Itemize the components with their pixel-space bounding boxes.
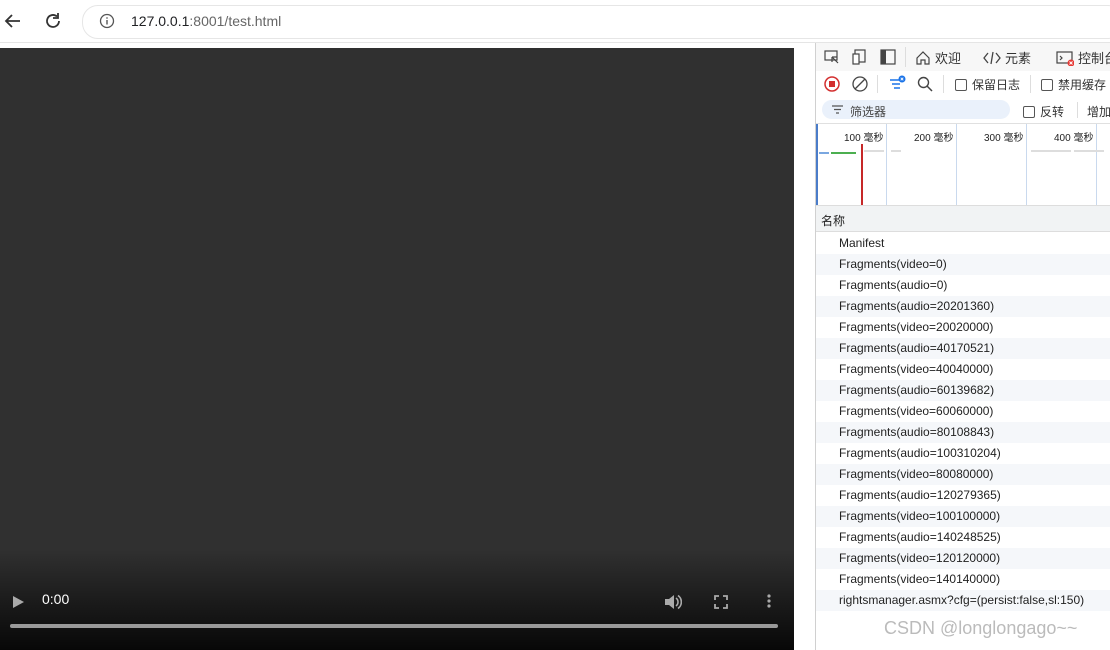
tab-console[interactable]: 控制台 <box>1056 48 1110 67</box>
name-header-label: 名称 <box>821 214 846 228</box>
timeline-gridline <box>1096 124 1097 205</box>
timeline-bar <box>864 150 884 152</box>
video-time: 0:00 <box>42 591 70 607</box>
video-player[interactable]: 0:00 <box>0 48 794 650</box>
network-timeline[interactable]: 100 毫秒 200 毫秒 300 毫秒 400 毫秒 <box>816 124 1110 206</box>
watermark: CSDN @longlongago~~ <box>884 618 1078 638</box>
request-row[interactable]: Fragments(video=80080000) <box>816 464 1110 485</box>
filter-separator <box>1077 102 1078 118</box>
tab-separator <box>905 47 906 67</box>
device-emulation-icon[interactable] <box>851 48 869 66</box>
checkbox-box[interactable] <box>955 78 967 91</box>
request-row[interactable]: Fragments(video=20020000) <box>816 317 1110 338</box>
filter-placeholder: 筛选器 <box>850 105 887 119</box>
url-host: 127.0.0.1 <box>131 13 190 29</box>
play-icon[interactable] <box>10 594 26 610</box>
timeline-label: 300 毫秒 <box>984 133 1024 144</box>
request-row[interactable]: Manifest <box>816 233 1110 254</box>
fullscreen-icon[interactable] <box>714 595 728 609</box>
info-icon[interactable] <box>99 13 115 29</box>
request-row[interactable]: Fragments(audio=120279365) <box>816 485 1110 506</box>
video-controls: 0:00 <box>0 550 794 650</box>
timeline-bar <box>1074 150 1104 152</box>
volume-icon[interactable] <box>664 594 682 610</box>
preserve-log-label: 保留日志 <box>972 78 1021 92</box>
filter-input[interactable]: 筛选器 <box>822 100 1010 119</box>
timeline-bar <box>819 152 829 154</box>
invert-label: 反转 <box>1040 105 1065 119</box>
address-bar[interactable]: 127.0.0.1:8001/test.html <box>82 5 1110 39</box>
request-row[interactable]: Fragments(audio=20201360) <box>816 296 1110 317</box>
invert-checkbox[interactable]: 反转 <box>1023 103 1064 120</box>
request-list: Manifest Fragments(video=0) Fragments(audi… <box>816 233 1110 611</box>
request-row[interactable]: Fragments(video=140140000) <box>816 569 1110 590</box>
search-icon[interactable] <box>916 75 934 93</box>
browser-toolbar: 127.0.0.1:8001/test.html <box>0 0 1110 43</box>
tab-elements[interactable]: 元素 <box>983 48 1031 67</box>
request-row[interactable]: Fragments(audio=60139682) <box>816 380 1110 401</box>
checkbox-box[interactable] <box>1041 78 1053 91</box>
reload-icon <box>46 13 60 28</box>
arrow-left-icon <box>4 14 20 28</box>
name-column-header[interactable]: 名称 <box>816 206 1110 232</box>
request-row[interactable]: Fragments(audio=140248525) <box>816 527 1110 548</box>
record-icon[interactable] <box>823 75 841 93</box>
timeline-label: 400 毫秒 <box>1054 133 1094 144</box>
timeline-cursor <box>816 124 818 205</box>
seek-bar[interactable] <box>10 624 778 628</box>
devtools-tabbar: 欢迎 元素 控制台 <box>816 43 1110 72</box>
timeline-gridline <box>886 124 887 205</box>
reload-button[interactable] <box>40 8 66 34</box>
timeline-bar <box>831 152 856 154</box>
tab-welcome[interactable]: 欢迎 <box>915 48 961 67</box>
request-row[interactable]: Fragments(audio=80108843) <box>816 422 1110 443</box>
request-row[interactable]: Fragments(audio=40170521) <box>816 338 1110 359</box>
url-path: :8001/test.html <box>189 13 282 29</box>
timeline-bar <box>891 150 901 152</box>
inspect-element-icon[interactable] <box>823 48 841 66</box>
filter-settings-icon[interactable] <box>888 75 906 93</box>
request-row[interactable]: Fragments(video=100100000) <box>816 506 1110 527</box>
timeline-label: 200 毫秒 <box>914 133 954 144</box>
timeline-gridline <box>956 124 957 205</box>
filter-bar: 筛选器 反转 增加 <box>816 97 1110 124</box>
toolbar-separator <box>1030 75 1031 93</box>
preserve-log-checkbox[interactable]: 保留日志 <box>955 76 1020 93</box>
page-content: 0:00 <box>0 43 815 650</box>
request-row[interactable]: Fragments(video=0) <box>816 254 1110 275</box>
tab-console-label: 控制台 <box>1078 51 1110 66</box>
checkbox-box[interactable] <box>1023 105 1035 118</box>
timeline-bar <box>1031 150 1071 152</box>
request-row[interactable]: Fragments(video=40040000) <box>816 359 1110 380</box>
request-row[interactable]: Fragments(audio=100310204) <box>816 443 1110 464</box>
url-text[interactable]: 127.0.0.1:8001/test.html <box>131 13 281 29</box>
disable-cache-checkbox[interactable]: 禁用缓存 <box>1041 76 1106 93</box>
tab-welcome-label: 欢迎 <box>935 51 962 66</box>
timeline-gridline <box>1026 124 1027 205</box>
devtools-panel: 欢迎 元素 控制台 保留日志 禁用缓存 筛选器 <box>815 43 1110 650</box>
more-filters-label[interactable]: 增加 <box>1087 103 1110 120</box>
timeline-load-marker <box>861 144 863 205</box>
toolbar-separator <box>943 75 944 93</box>
network-toolbar: 保留日志 禁用缓存 <box>816 71 1110 98</box>
filter-icon <box>832 105 843 114</box>
console-icon <box>1056 50 1074 66</box>
dock-side-icon[interactable] <box>879 48 897 66</box>
timeline-label: 100 毫秒 <box>844 133 884 144</box>
code-icon <box>983 51 1001 64</box>
clear-icon[interactable] <box>851 75 869 93</box>
tab-elements-label: 元素 <box>1005 51 1032 66</box>
more-options-icon[interactable] <box>765 593 773 609</box>
request-row[interactable]: Fragments(audio=0) <box>816 275 1110 296</box>
disable-cache-label: 禁用缓存 <box>1058 78 1107 92</box>
back-button[interactable] <box>0 8 26 34</box>
home-icon <box>916 50 930 65</box>
request-row[interactable]: Fragments(video=120120000) <box>816 548 1110 569</box>
request-row[interactable]: Fragments(video=60060000) <box>816 401 1110 422</box>
request-row[interactable]: rightsmanager.asmx?cfg=(persist:false,sl… <box>816 590 1110 611</box>
toolbar-separator <box>877 75 878 93</box>
